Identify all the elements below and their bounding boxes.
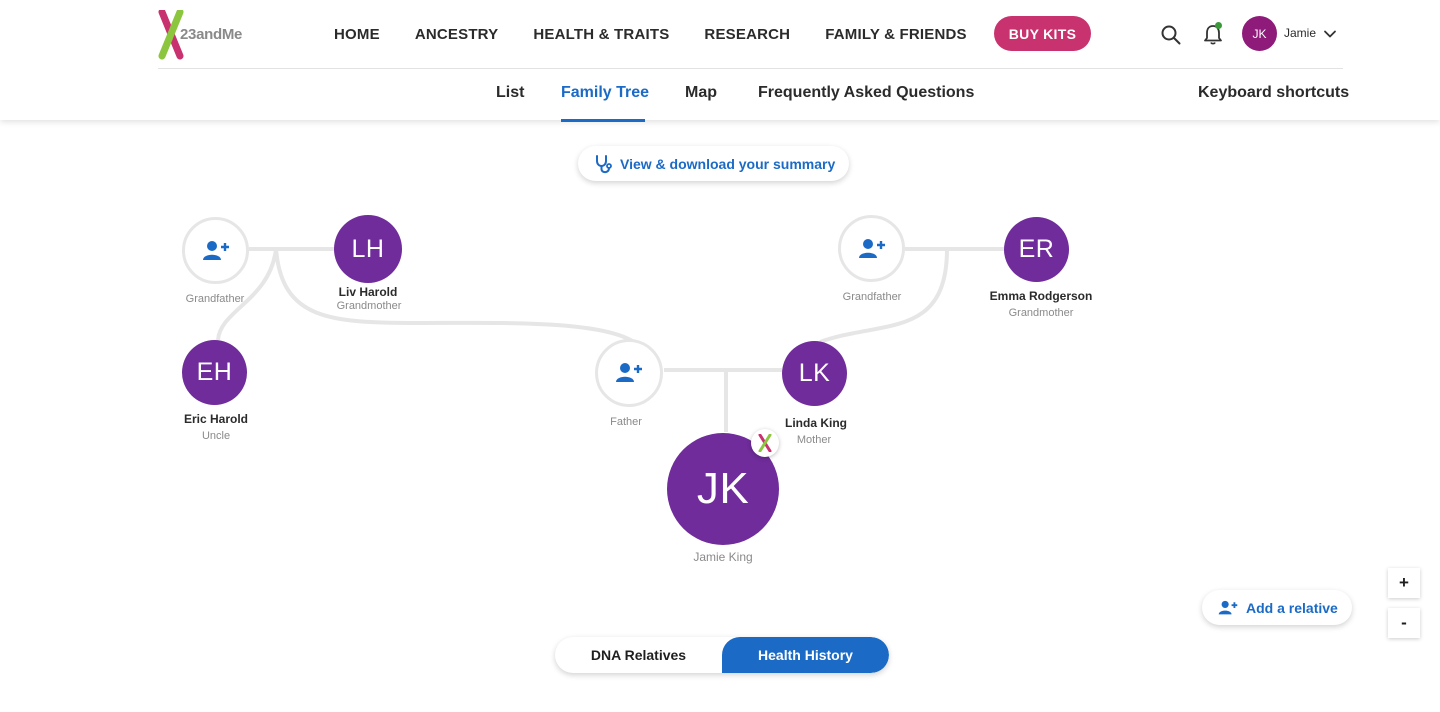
liv-harold-relation: Grandmother bbox=[336, 300, 402, 312]
tab-list[interactable]: List bbox=[496, 84, 524, 102]
emma-rodgerson-relation: Grandmother bbox=[1008, 307, 1074, 319]
zoom-out-button[interactable]: - bbox=[1388, 608, 1420, 638]
genotyped-badge bbox=[751, 429, 779, 457]
add-relative-label: Add a relative bbox=[1246, 599, 1338, 616]
view-toggle: DNA Relatives Health History bbox=[555, 637, 889, 673]
user-name[interactable]: Jamie bbox=[1284, 26, 1316, 40]
tab-family-tree[interactable]: Family Tree bbox=[561, 84, 649, 102]
keyboard-shortcuts-link[interactable]: Keyboard shortcuts bbox=[1198, 84, 1349, 102]
search-icon[interactable] bbox=[1160, 24, 1182, 46]
maternal-grandfather-node[interactable] bbox=[838, 215, 905, 282]
add-person-icon bbox=[858, 238, 885, 258]
nav-family-friends[interactable]: FAMILY & FRIENDS bbox=[825, 26, 967, 43]
nav-ancestry[interactable]: ANCESTRY bbox=[415, 26, 499, 43]
add-person-icon bbox=[1218, 600, 1238, 614]
maternal-grandfather-relation: Grandfather bbox=[842, 291, 902, 303]
father-relation: Father bbox=[610, 416, 642, 428]
linda-king-name: Linda King bbox=[785, 416, 847, 430]
main-navigation-bar: 23andMe HOME ANCESTRY HEALTH & TRAITS RE… bbox=[158, 0, 1343, 69]
tab-faq[interactable]: Frequently Asked Questions bbox=[758, 84, 974, 102]
eric-harold-relation: Uncle bbox=[201, 430, 231, 442]
notification-bell-icon[interactable] bbox=[1201, 21, 1225, 47]
linda-king-relation: Mother bbox=[796, 434, 832, 446]
dna-x-icon bbox=[758, 434, 772, 452]
summary-button-label: View & download your summary bbox=[620, 155, 836, 172]
emma-rodgerson-name: Emma Rodgerson bbox=[989, 289, 1093, 303]
nav-research[interactable]: RESEARCH bbox=[704, 26, 790, 43]
toggle-health-history[interactable]: Health History bbox=[722, 637, 889, 673]
eric-harold-node[interactable]: EH bbox=[182, 340, 247, 405]
add-relative-button[interactable]: Add a relative bbox=[1202, 590, 1352, 625]
father-node[interactable] bbox=[595, 339, 663, 407]
tab-map[interactable]: Map bbox=[685, 84, 717, 102]
buy-kits-button[interactable]: BUY KITS bbox=[994, 16, 1091, 51]
linda-king-node[interactable]: LK bbox=[782, 341, 847, 406]
user-avatar[interactable]: JK bbox=[1242, 16, 1277, 51]
liv-harold-node[interactable]: LH bbox=[334, 215, 402, 283]
top-header: 23andMe HOME ANCESTRY HEALTH & TRAITS RE… bbox=[0, 0, 1440, 122]
family-subnav: List Family Tree Map Frequently Asked Qu… bbox=[0, 70, 1440, 122]
brand-logo[interactable]: 23andMe bbox=[158, 10, 248, 60]
add-person-icon bbox=[202, 240, 229, 260]
nav-health-traits[interactable]: HEALTH & TRAITS bbox=[533, 26, 669, 43]
primary-nav: HOME ANCESTRY HEALTH & TRAITS RESEARCH F… bbox=[334, 0, 1002, 69]
stethoscope-icon bbox=[596, 154, 612, 173]
paternal-grandfather-relation: Grandfather bbox=[185, 293, 245, 305]
add-person-icon bbox=[616, 363, 642, 382]
emma-rodgerson-node[interactable]: ER bbox=[1004, 217, 1069, 282]
toggle-dna-relatives[interactable]: DNA Relatives bbox=[555, 637, 722, 673]
nav-home[interactable]: HOME bbox=[334, 26, 380, 43]
active-tab-indicator bbox=[561, 119, 645, 122]
liv-harold-name: Liv Harold bbox=[338, 285, 398, 299]
logo-text: 23andMe bbox=[180, 26, 243, 43]
zoom-in-button[interactable]: + bbox=[1388, 568, 1420, 598]
view-download-summary-button[interactable]: View & download your summary bbox=[578, 146, 849, 181]
chevron-down-icon[interactable] bbox=[1323, 27, 1337, 41]
self-name: Jamie King bbox=[693, 550, 753, 564]
paternal-grandfather-node[interactable] bbox=[182, 217, 249, 284]
eric-harold-name: Eric Harold bbox=[183, 412, 249, 426]
